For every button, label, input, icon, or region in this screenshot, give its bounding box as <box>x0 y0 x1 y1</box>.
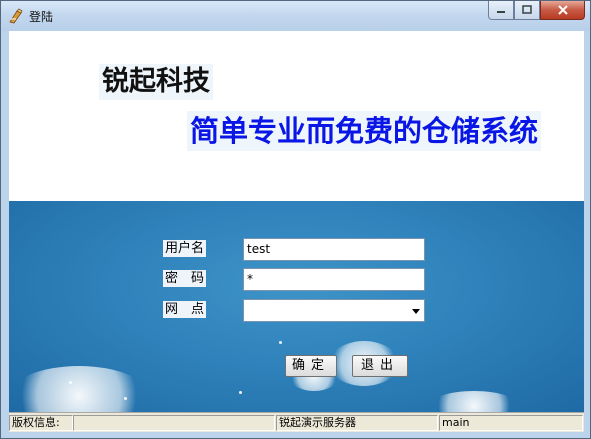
client-area: 锐起科技 简单专业而免费的仓储系统 用户名 test 密 码 * 网 点 确定 … <box>9 31 584 432</box>
login-panel: 用户名 test 密 码 * 网 点 确定 退出 <box>9 201 584 412</box>
star-decoration <box>279 341 282 344</box>
window-title: 登陆 <box>29 10 54 24</box>
password-label: 密 码 <box>163 270 207 287</box>
title-bar[interactable]: 登陆 <box>1 1 590 31</box>
window-controls <box>488 1 585 22</box>
maximize-icon <box>522 5 532 14</box>
star-decoration <box>124 397 127 400</box>
star-decoration <box>69 381 72 384</box>
password-input[interactable]: * <box>243 268 425 291</box>
branch-select[interactable] <box>243 299 425 322</box>
close-icon <box>557 5 568 15</box>
login-window: 登陆 锐起科技 简单专业而免费的仓储系统 用户名 test 密 码 * 网 点 … <box>0 0 591 439</box>
copyright-value <box>73 415 275 431</box>
header-banner: 锐起科技 简单专业而免费的仓储系统 <box>9 31 584 201</box>
minimize-button[interactable] <box>488 1 514 20</box>
exit-button[interactable]: 退出 <box>352 355 408 377</box>
branch-label: 网 点 <box>163 301 207 318</box>
star-decoration <box>239 391 242 394</box>
copyright-label: 版权信息: <box>9 415 73 431</box>
username-input[interactable]: test <box>243 238 425 261</box>
cloud-decoration <box>429 391 519 412</box>
ok-button[interactable]: 确定 <box>285 355 337 377</box>
minimize-icon <box>497 11 505 13</box>
username-label: 用户名 <box>163 240 207 257</box>
close-button[interactable] <box>540 1 585 20</box>
server-name: 锐起演示服务器 <box>276 415 438 431</box>
cloud-decoration <box>9 366 149 412</box>
dropdown-arrow-icon[interactable] <box>412 309 420 314</box>
maximize-button[interactable] <box>514 1 540 20</box>
slogan: 简单专业而免费的仓储系统 <box>187 111 542 151</box>
app-icon <box>9 8 23 24</box>
status-bar: 版权信息: 锐起演示服务器 main <box>9 412 584 432</box>
brand-name: 锐起科技 <box>99 64 213 100</box>
database-name: main <box>439 415 583 431</box>
